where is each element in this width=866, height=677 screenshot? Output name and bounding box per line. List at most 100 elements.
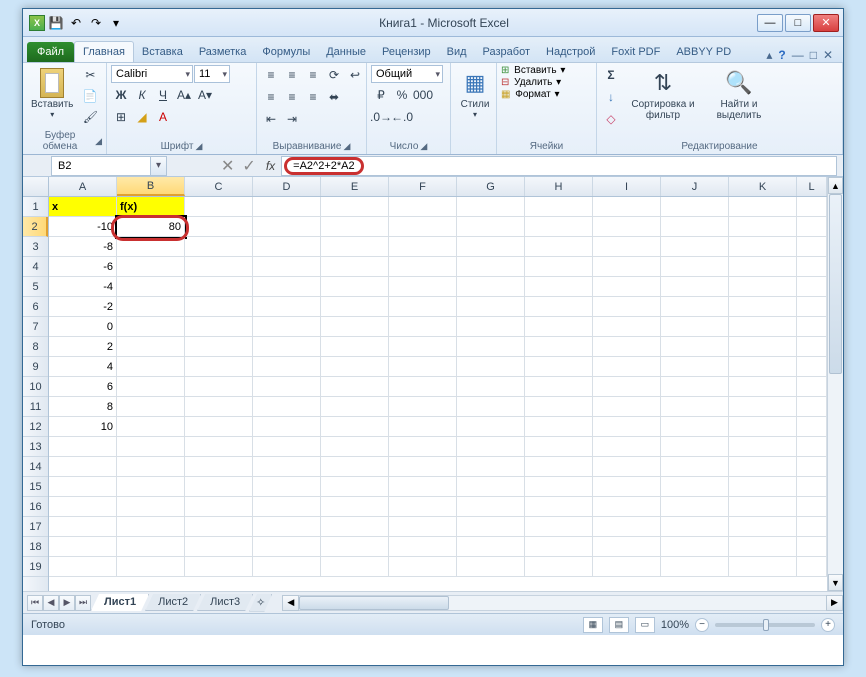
cell-I10[interactable] [593, 377, 661, 397]
formula-bar[interactable]: =A2^2+2*A2 [281, 156, 837, 176]
cell-G19[interactable] [457, 557, 525, 577]
cell-A2[interactable]: -10 [49, 217, 117, 237]
cell-E6[interactable] [321, 297, 389, 317]
cell-H14[interactable] [525, 457, 593, 477]
cell-K14[interactable] [729, 457, 797, 477]
fx-icon[interactable]: fx [260, 159, 281, 173]
cell-G15[interactable] [457, 477, 525, 497]
cell-H8[interactable] [525, 337, 593, 357]
decrease-font-icon[interactable]: A▾ [195, 85, 215, 105]
cell-D9[interactable] [253, 357, 321, 377]
tab-developer[interactable]: Разработ [475, 42, 538, 62]
cell-G4[interactable] [457, 257, 525, 277]
cell-A4[interactable]: -6 [49, 257, 117, 277]
cell-G11[interactable] [457, 397, 525, 417]
scroll-left-icon[interactable]: ◀ [282, 595, 299, 611]
col-header-F[interactable]: F [389, 177, 457, 196]
row-header-15[interactable]: 15 [23, 477, 48, 497]
bold-icon[interactable]: Ж [111, 85, 131, 105]
cell-D4[interactable] [253, 257, 321, 277]
cell-E8[interactable] [321, 337, 389, 357]
cell-F19[interactable] [389, 557, 457, 577]
cell-J4[interactable] [661, 257, 729, 277]
row-header-6[interactable]: 6 [23, 297, 48, 317]
orientation-icon[interactable]: ⟳ [324, 65, 344, 85]
cell-G6[interactable] [457, 297, 525, 317]
col-header-G[interactable]: G [457, 177, 525, 196]
cell-J18[interactable] [661, 537, 729, 557]
cell-I8[interactable] [593, 337, 661, 357]
cell-G18[interactable] [457, 537, 525, 557]
cell-B6[interactable] [117, 297, 185, 317]
sort-filter-button[interactable]: ⇅ Сортировка и фильтр [624, 65, 702, 123]
zoom-in-icon[interactable]: + [821, 618, 835, 632]
cell-K18[interactable] [729, 537, 797, 557]
cell-C16[interactable] [185, 497, 253, 517]
cell-B17[interactable] [117, 517, 185, 537]
cell-B15[interactable] [117, 477, 185, 497]
copy-icon[interactable]: 📄 [80, 86, 100, 106]
cell-C17[interactable] [185, 517, 253, 537]
hscroll-thumb[interactable] [299, 596, 449, 610]
cell-D6[interactable] [253, 297, 321, 317]
font-name-combo[interactable]: Calibri [111, 65, 193, 83]
cell-C6[interactable] [185, 297, 253, 317]
cell-D8[interactable] [253, 337, 321, 357]
cell-I2[interactable] [593, 217, 661, 237]
clear-icon[interactable]: ◇ [601, 109, 621, 129]
cell-H3[interactable] [525, 237, 593, 257]
cell-A18[interactable] [49, 537, 117, 557]
font-launcher-icon[interactable]: ◢ [195, 141, 202, 152]
cell-J2[interactable] [661, 217, 729, 237]
cell-D2[interactable] [253, 217, 321, 237]
row-header-11[interactable]: 11 [23, 397, 48, 417]
tab-abbyy[interactable]: ABBYY PD [668, 42, 739, 62]
cell-F14[interactable] [389, 457, 457, 477]
row-header-16[interactable]: 16 [23, 497, 48, 517]
cell-H5[interactable] [525, 277, 593, 297]
row-header-12[interactable]: 12 [23, 417, 48, 437]
cell-B1[interactable]: f(x) [117, 197, 185, 217]
cell-G16[interactable] [457, 497, 525, 517]
cell-D17[interactable] [253, 517, 321, 537]
cell-B19[interactable] [117, 557, 185, 577]
align-bottom-icon[interactable]: ≡ [303, 65, 323, 85]
cell-B7[interactable] [117, 317, 185, 337]
cell-D19[interactable] [253, 557, 321, 577]
cell-G10[interactable] [457, 377, 525, 397]
number-format-combo[interactable]: Общий [371, 65, 443, 83]
row-header-8[interactable]: 8 [23, 337, 48, 357]
close-button[interactable]: ✕ [813, 14, 839, 32]
cell-H7[interactable] [525, 317, 593, 337]
decrease-decimal-icon[interactable]: ←.0 [392, 107, 412, 127]
cell-J12[interactable] [661, 417, 729, 437]
cell-K10[interactable] [729, 377, 797, 397]
cell-E3[interactable] [321, 237, 389, 257]
redo-icon[interactable]: ↷ [87, 14, 105, 32]
cell-J14[interactable] [661, 457, 729, 477]
cells-area[interactable]: xf(x)-1080-8-6-4-20246810 [49, 197, 827, 591]
format-cells-button[interactable]: Формат [515, 89, 551, 100]
select-all-corner[interactable] [23, 177, 49, 197]
col-header-D[interactable]: D [253, 177, 321, 196]
cell-I13[interactable] [593, 437, 661, 457]
file-tab[interactable]: Файл [27, 42, 74, 62]
tab-addins[interactable]: Надстрой [538, 42, 603, 62]
cell-I9[interactable] [593, 357, 661, 377]
col-header-K[interactable]: K [729, 177, 797, 196]
font-size-combo[interactable]: 11 [194, 65, 230, 83]
cancel-formula-icon[interactable]: ✕ [217, 156, 238, 176]
sheet-tab-1[interactable]: Лист1 [91, 594, 149, 611]
row-header-1[interactable]: 1 [23, 197, 48, 217]
cell-J13[interactable] [661, 437, 729, 457]
cell-H1[interactable] [525, 197, 593, 217]
cell-F9[interactable] [389, 357, 457, 377]
zoom-out-icon[interactable]: − [695, 618, 709, 632]
cell-F11[interactable] [389, 397, 457, 417]
cell-C2[interactable] [185, 217, 253, 237]
sheet-last-icon[interactable]: ⏭ [75, 595, 91, 611]
cell-D1[interactable] [253, 197, 321, 217]
cell-K16[interactable] [729, 497, 797, 517]
row-header-10[interactable]: 10 [23, 377, 48, 397]
cell-B10[interactable] [117, 377, 185, 397]
